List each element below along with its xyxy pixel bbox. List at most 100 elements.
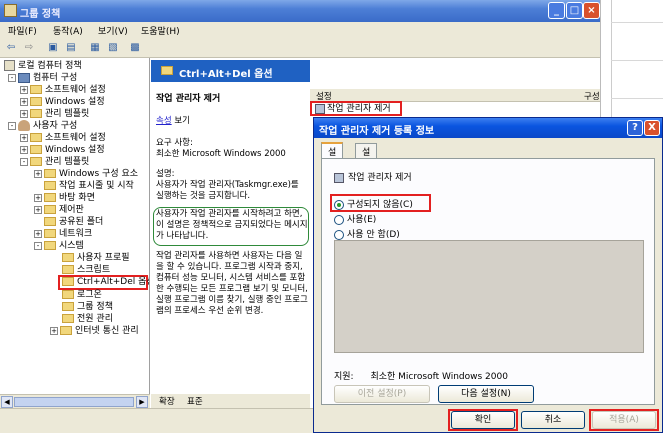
radio-label: 사용 안 함(D) — [347, 230, 400, 240]
description-label: 설명: — [156, 169, 175, 179]
computer-icon — [18, 72, 30, 83]
dialog-close-button[interactable]: X — [644, 120, 660, 136]
properties-icon[interactable]: ▦ — [88, 41, 102, 55]
collapse-icon[interactable]: - — [34, 241, 42, 250]
scroll-right-icon[interactable]: ▶ — [136, 396, 148, 408]
scroll-thumb[interactable] — [14, 397, 134, 407]
expand-icon[interactable]: + — [34, 193, 42, 202]
toolbar: ⇦ ⇨ ▣ ▤ ▦ ▧ ▩ — [0, 38, 600, 58]
supported-value: 최소한 Microsoft Windows 2000 — [370, 372, 508, 382]
radio-not-configured[interactable]: 구성되지 않음(C) — [334, 197, 413, 210]
expand-icon[interactable]: + — [20, 133, 28, 142]
policy-title: 작업 관리자 제거 — [156, 94, 221, 104]
cancel-button[interactable]: 취소 — [521, 411, 585, 429]
tree-label: 관리 템플릿 — [45, 157, 90, 167]
expand-icon[interactable]: + — [20, 85, 28, 94]
folder-icon — [44, 205, 56, 214]
next-setting-button[interactable]: 다음 설정(N) — [438, 385, 534, 403]
expand-icon[interactable]: + — [34, 205, 42, 214]
list-row-label: 작업 관리자 제거 — [327, 104, 391, 114]
user-icon — [18, 120, 30, 131]
note-annotation-box — [153, 207, 309, 246]
tree-pane: 로컬 컴퓨터 정책 - 컴퓨터 구성 + 소프트웨어 설정 + Windows 설정 … — [0, 58, 150, 394]
tree-item-internet-comm[interactable]: + 인터넷 통신 관리 — [50, 325, 139, 338]
radio-disabled[interactable]: 사용 안 함(D) — [334, 227, 400, 240]
folder-icon — [44, 229, 56, 238]
folder-icon — [62, 253, 74, 262]
column-state[interactable]: 구성 — [584, 90, 600, 102]
properties-link-row: 속성 보기 — [156, 116, 190, 127]
menu-action[interactable]: 동작(A) — [53, 24, 83, 37]
dialog-titlebar[interactable]: 작업 관리자 제거 등록 정보 ? X — [314, 118, 662, 138]
folder-icon — [30, 157, 42, 166]
folder-icon — [62, 314, 74, 323]
radio-icon — [334, 229, 344, 240]
folder-icon — [161, 66, 173, 75]
close-button[interactable]: × — [583, 2, 600, 19]
menu-view[interactable]: 보기(V) — [98, 24, 128, 37]
minimize-button[interactable]: _ — [548, 2, 565, 19]
up-folder-icon[interactable]: ▣ — [46, 41, 60, 55]
show-tree-icon[interactable]: ▤ — [64, 41, 78, 55]
folder-icon — [30, 85, 42, 94]
tree-item-ctrl-alt-del[interactable]: Ctrl+Alt+Del 옵션 — [58, 275, 150, 290]
folder-icon — [62, 265, 74, 274]
dialog-help-button[interactable]: ? — [627, 120, 643, 136]
apply-button[interactable]: 적용(A) — [592, 411, 656, 429]
forward-arrow-icon[interactable]: ⇨ — [22, 41, 36, 55]
menu-bar: 파일(F) 동작(A) 보기(V) 도움말(H) — [0, 22, 600, 38]
ok-button[interactable]: 확인 — [451, 411, 515, 429]
expand-icon[interactable]: + — [20, 109, 28, 118]
radio-enabled[interactable]: 사용(E) — [334, 212, 376, 225]
expand-icon[interactable]: + — [20, 97, 28, 106]
tree-label: 스크립트 — [77, 265, 111, 275]
folder-icon — [44, 181, 56, 190]
list-row-remove-task-manager[interactable]: 작업 관리자 제거 — [310, 101, 402, 116]
expand-icon[interactable]: + — [34, 169, 42, 178]
help-icon[interactable]: ▩ — [128, 41, 142, 55]
menu-file[interactable]: 파일(F) — [8, 24, 37, 37]
tree-label: 소프트웨어 설정 — [45, 133, 106, 143]
radio-selected-icon — [334, 199, 344, 210]
folder-icon — [44, 169, 56, 178]
expand-icon[interactable]: + — [50, 326, 58, 335]
back-arrow-icon[interactable]: ⇦ — [4, 41, 18, 55]
collapse-icon[interactable]: - — [8, 121, 16, 130]
tree-label: 사용자 구성 — [33, 121, 78, 131]
policy-name-row: 작업 관리자 제거 — [334, 170, 412, 183]
expand-icon[interactable]: + — [34, 229, 42, 238]
folder-icon — [62, 302, 74, 311]
window-title: 그룹 정책 — [20, 9, 61, 20]
expand-icon[interactable]: + — [20, 145, 28, 154]
menu-help[interactable]: 도움말(H) — [141, 24, 180, 37]
tab-extended[interactable]: 확장 — [159, 395, 175, 407]
window-titlebar[interactable]: 그룹 정책 _ □ × — [0, 0, 600, 22]
supported-label: 지원: — [334, 372, 354, 382]
tree-label: Ctrl+Alt+Del 옵션 — [77, 277, 150, 287]
folder-icon — [44, 217, 56, 226]
folder-icon — [30, 109, 42, 118]
properties-link[interactable]: 속성 — [156, 116, 172, 126]
collapse-icon[interactable]: - — [20, 157, 28, 166]
export-list-icon[interactable]: ▧ — [106, 41, 120, 55]
tree-label: 시스템 — [59, 241, 84, 251]
scroll-left-icon[interactable]: ◀ — [1, 396, 13, 408]
tab-standard[interactable]: 표준 — [187, 395, 203, 407]
tree-label: 그룹 정책 — [77, 302, 113, 312]
tree-label: Windows 설정 — [45, 97, 105, 107]
tree-label: 로그온 — [77, 290, 102, 300]
maximize-button[interactable]: □ — [566, 2, 583, 19]
collapse-icon[interactable]: - — [8, 73, 16, 82]
requirements-value: 최소한 Microsoft Windows 2000 — [156, 149, 286, 159]
folder-icon — [30, 133, 42, 142]
radio-icon — [334, 214, 344, 225]
folder-open-icon — [62, 277, 74, 286]
tab-explain[interactable]: 설명 — [355, 143, 378, 171]
tree-horizontal-scrollbar[interactable]: ◀ ▶ — [0, 394, 150, 408]
options-area — [334, 240, 644, 353]
description-header: Ctrl+Alt+Del 옵션 — [151, 60, 310, 82]
previous-setting-button[interactable]: 이전 설정(P) — [334, 385, 430, 403]
divider — [611, 22, 663, 23]
tab-settings[interactable]: 설정 — [321, 142, 344, 171]
tree-label: 사용자 프로필 — [77, 253, 130, 263]
